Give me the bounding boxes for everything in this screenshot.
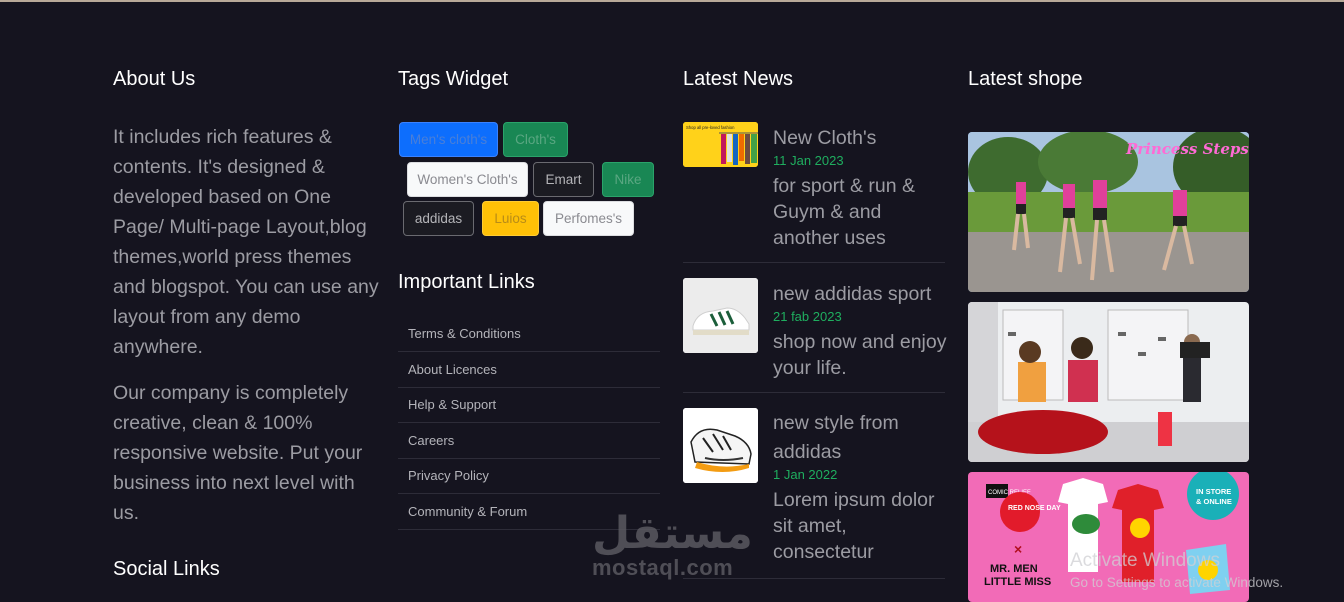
tag-cloths[interactable]: Cloth's (503, 122, 568, 157)
watermark-latin: mostaql.com (592, 555, 734, 580)
tag-womens-cloths[interactable]: Women's Cloth's (407, 162, 528, 197)
shop-image-store[interactable] (968, 302, 1249, 462)
news-title[interactable]: new addidas sport (773, 280, 948, 309)
windows-activation-notice: Activate Windows Go to Settings to activ… (1070, 550, 1283, 592)
about-paragraph-2: Our company is completely creative, clea… (113, 382, 363, 524)
badge-top-text: IN STORE (1196, 487, 1231, 496)
latest-news-heading: Latest News (683, 68, 794, 90)
tag-addidas[interactable]: addidas (403, 201, 474, 236)
tags-widget-heading: Tags Widget (398, 68, 509, 90)
news-item[interactable]: new addidas sport 21 fab 2023 shop now a… (683, 263, 948, 393)
watermark-arabic: مستقل (592, 509, 753, 558)
thumb-caption: Shop all pre-loved fashion (686, 125, 735, 130)
link-help-support[interactable]: Help & Support (398, 387, 660, 423)
news-thumbnail-sneaker (683, 278, 758, 353)
social-links-heading: Social Links (113, 558, 220, 580)
top-divider (0, 0, 1344, 2)
about-heading: About Us (113, 68, 196, 90)
tag-mens-cloths[interactable]: Men's cloth's (399, 122, 498, 157)
tag-perfomes[interactable]: Perfomes's (543, 201, 634, 236)
news-title[interactable]: new style from addidas (773, 409, 948, 467)
news-date: 21 fab 2023 (773, 309, 842, 324)
news-thumbnail-clothes: Shop all pre-loved fashion (683, 122, 758, 167)
news-description: shop now and enjoy your life. (773, 331, 947, 379)
activate-title: Activate Windows (1070, 550, 1220, 571)
badge-bottom-text: & ONLINE (1196, 497, 1232, 506)
red-nose-day-text: RED NOSE DAY (1008, 505, 1061, 512)
shop-image-running[interactable]: Princess Steps! (968, 132, 1249, 292)
link-terms-conditions[interactable]: Terms & Conditions (398, 316, 660, 352)
news-item[interactable]: Shop all pre-loved fashion New Cloth's 1… (683, 122, 945, 263)
activate-subtitle: Go to Settings to activate Windows. (1070, 575, 1284, 590)
news-description: for sport & run & Guym & and another use… (773, 175, 915, 249)
news-description: Lorem ipsum dolor sit amet, consectetur (773, 489, 935, 563)
little-miss-text: LITTLE MISS (984, 576, 1051, 588)
important-links-heading: Important Links (398, 271, 535, 293)
about-paragraph-1: It includes rich features & contents. It… (113, 126, 379, 358)
tag-luios[interactable]: Luios (482, 201, 539, 236)
link-careers[interactable]: Careers (398, 423, 660, 459)
news-thumbnail-shoe (683, 408, 758, 483)
news-text: new style from addidas 1 Jan 2022 Lorem … (773, 409, 948, 565)
link-privacy-policy[interactable]: Privacy Policy (398, 458, 660, 494)
tag-nike[interactable]: Nike (602, 162, 654, 197)
mr-men-text: MR. MEN (990, 563, 1038, 575)
banner-script-text: Princess Steps! (1125, 140, 1249, 158)
tag-emart[interactable]: Emart (533, 162, 594, 197)
news-text: new addidas sport 21 fab 2023 shop now a… (773, 280, 948, 381)
mostaql-watermark: مستقل mostaql.com (592, 512, 753, 580)
latest-shop-heading: Latest shope (968, 68, 1083, 90)
news-date: 11 Jan 2023 (773, 153, 844, 168)
news-text: New Cloth's 11 Jan 2023 for sport & run … (773, 124, 948, 251)
link-about-licences[interactable]: About Licences (398, 352, 660, 388)
news-title[interactable]: New Cloth's (773, 124, 948, 153)
cross-text: × (1014, 541, 1022, 557)
news-date: 1 Jan 2022 (773, 467, 838, 482)
